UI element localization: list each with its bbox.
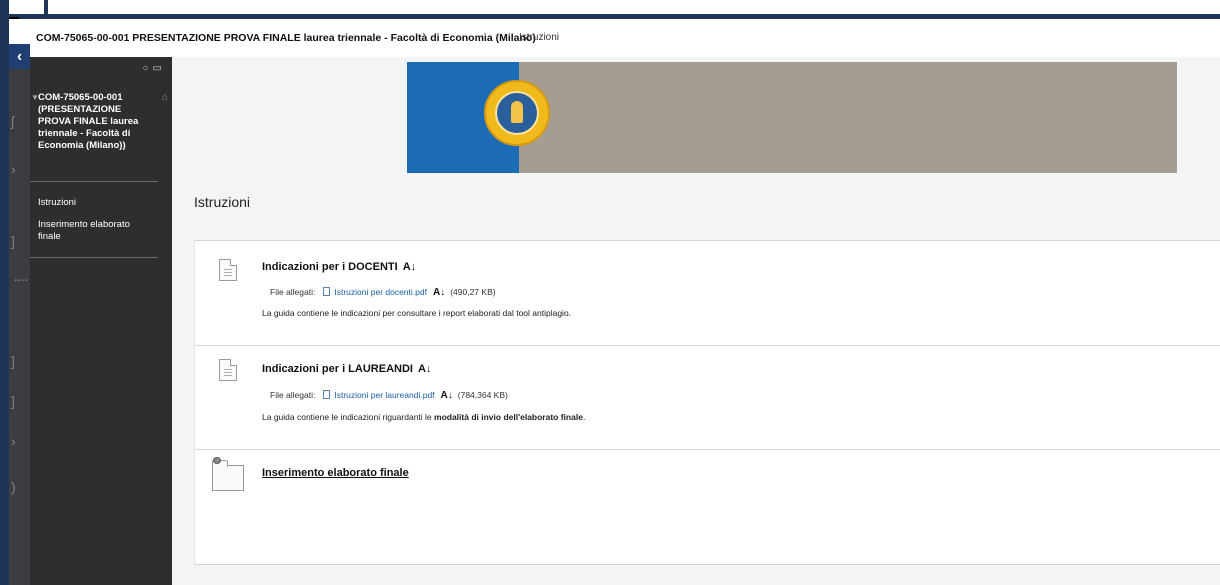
university-seal-logo [484,80,550,146]
menu-divider [30,181,158,182]
attachment-row: File allegati: Istruzioni per docenti.pdf… [270,287,496,298]
window-edge-strip [0,0,9,585]
course-header: COM-75065-00-001 PRESENTAZIONE PROVA FIN… [9,19,1220,58]
rail-mark-icon: ) [11,479,16,495]
rail-mark-icon: ] [11,393,15,409]
folder-link-inserimento[interactable]: Inserimento elaborato finale [262,467,409,479]
course-banner-taupe [519,62,1177,173]
collapse-caret-icon[interactable]: ▼ [31,93,39,102]
item-divider [195,345,1220,346]
rail-mark-icon: ᠁ [11,273,28,289]
file-size: (490,27 KB) [450,287,496,297]
window-top-notch [44,0,48,16]
refresh-icon[interactable]: ○ [143,63,153,74]
item-description: La guida contiene le indicazioni riguard… [262,412,586,422]
rail-mark-icon: › [11,161,16,177]
item-title-laureandi: Indicazioni per i LAUREANDI A↓ [262,363,432,375]
rail-mark-icon: › [11,433,16,449]
file-icon [323,390,331,399]
file-size: (784,364 KB) [457,390,508,400]
item-description: La guida contiene le indicazioni per con… [262,308,572,318]
page-title: Istruzioni [194,194,251,210]
alternative-formats-icon[interactable]: A↓ [433,287,445,298]
seal-inner [495,91,539,135]
file-link-laureandi[interactable]: Istruzioni per laureandi.pdf [334,390,434,400]
course-menu-item-istruzioni[interactable]: Istruzioni [38,197,148,209]
rail-mark-icon: ʃ [11,113,15,129]
alternative-formats-icon[interactable]: A↓ [441,390,453,401]
course-menu-title: COM-75065-00-001 (PRESENTAZIONE PROVA FI… [38,92,139,151]
course-menu-item-inserimento[interactable]: Inserimento elaborato finale [38,219,148,243]
rail-mark-icon: ] [11,353,15,369]
course-menu-header[interactable]: ▼ COM-75065-00-001 (PRESENTAZIONE PROVA … [31,92,168,152]
course-menu: ○▭ ▼ COM-75065-00-001 (PRESENTAZIONE PRO… [30,57,172,585]
breadcrumb-current: Istruzioni [519,32,560,43]
attachment-row: File allegati: Istruzioni per laureandi.p… [270,390,508,401]
rail-mark-icon: ] [11,233,15,249]
document-icon [219,259,237,281]
item-title-docenti: Indicazioni per i DOCENTI A↓ [262,261,417,273]
collapse-sidebar-button[interactable]: ‹ [9,44,30,69]
seal-figure [511,101,523,123]
course-title[interactable]: COM-75065-00-001 PRESENTAZIONE PROVA FIN… [36,32,536,44]
home-icon[interactable]: ⌂ [162,92,168,103]
alternative-formats-icon[interactable]: A↓ [403,261,416,273]
course-menu-tools: ○▭ [143,63,167,74]
menu-divider [30,257,158,258]
file-icon [323,287,331,296]
content-list: Indicazioni per i DOCENTI A↓ File allegat… [194,240,1220,565]
folder-icon [212,457,244,491]
file-link-docenti[interactable]: Istruzioni per docenti.pdf [334,287,427,297]
item-divider [195,449,1220,450]
alternative-formats-icon[interactable]: A↓ [418,363,431,375]
folder-view-icon[interactable]: ▭ [153,63,166,74]
document-icon [219,359,237,381]
